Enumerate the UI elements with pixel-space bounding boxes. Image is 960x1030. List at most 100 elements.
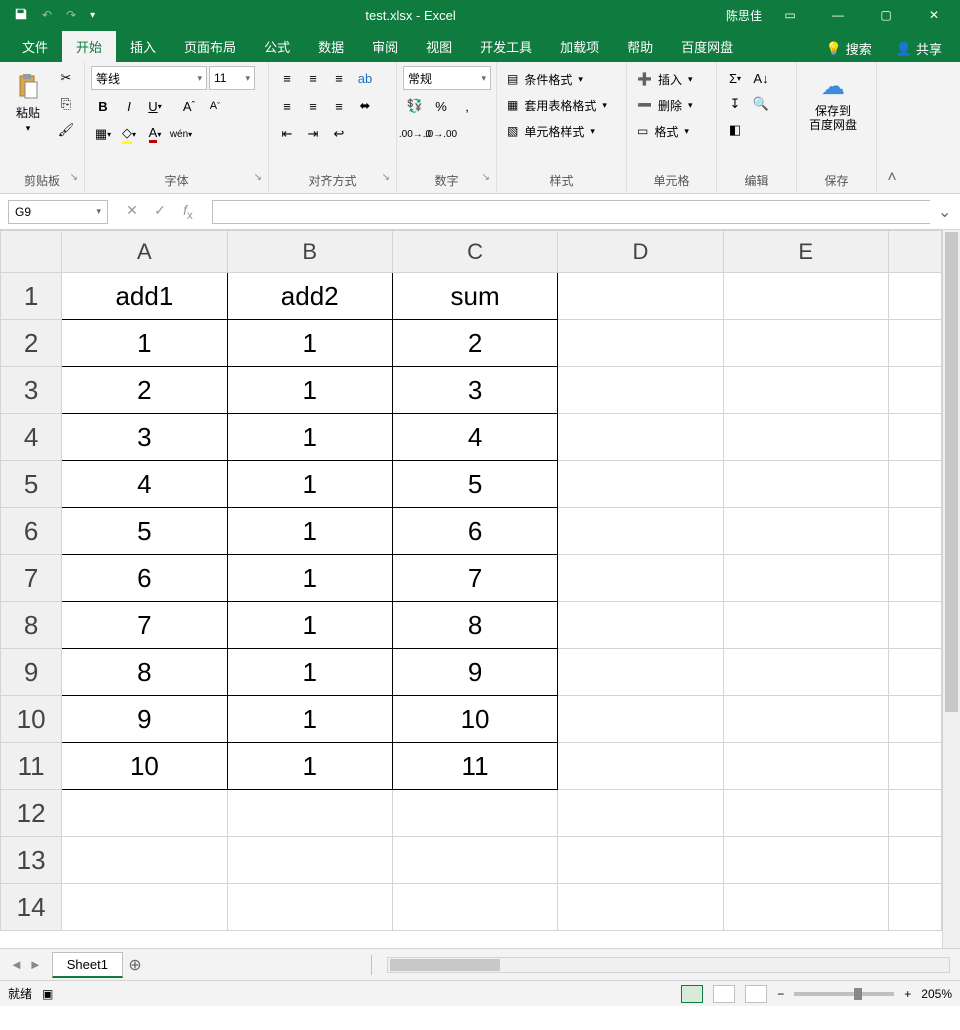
cell[interactable]: 1 — [227, 461, 392, 508]
font-name-combo[interactable]: 等线▾ — [91, 66, 207, 90]
tab-page-layout[interactable]: 页面布局 — [170, 31, 250, 62]
cell[interactable] — [558, 508, 723, 555]
tab-view[interactable]: 视图 — [412, 31, 466, 62]
chevron-down-icon[interactable]: ▾ — [96, 206, 101, 217]
align-bottom-button[interactable]: ≡ — [327, 66, 351, 90]
paste-button[interactable]: 粘贴 ▾ — [6, 66, 50, 138]
cell[interactable]: 4 — [392, 414, 557, 461]
sheet-nav-next-icon[interactable]: ► — [29, 957, 42, 972]
cell[interactable] — [558, 555, 723, 602]
name-box[interactable]: G9▾ — [8, 200, 108, 224]
font-color-button[interactable]: A▾ — [143, 122, 167, 146]
row-header[interactable]: 5 — [1, 461, 62, 508]
cell[interactable] — [558, 649, 723, 696]
row-header[interactable]: 1 — [1, 273, 62, 320]
comma-button[interactable]: , — [455, 94, 479, 118]
align-launcher-icon[interactable]: ↘ — [382, 172, 390, 183]
format-as-table-button[interactable]: ▦套用表格格式▾ — [503, 92, 611, 118]
align-middle-button[interactable]: ≡ — [301, 66, 325, 90]
tab-help[interactable]: 帮助 — [613, 31, 667, 62]
number-launcher-icon[interactable]: ↘ — [482, 172, 490, 183]
cell[interactable]: 8 — [392, 602, 557, 649]
cell[interactable] — [723, 461, 888, 508]
cell[interactable] — [723, 790, 888, 837]
cell[interactable] — [558, 837, 723, 884]
vertical-scrollbar[interactable] — [942, 230, 960, 948]
tab-review[interactable]: 审阅 — [358, 31, 412, 62]
cell[interactable] — [723, 696, 888, 743]
expand-formula-bar-button[interactable]: ⌄ — [938, 202, 960, 222]
cell[interactable]: 9 — [62, 696, 227, 743]
cell[interactable]: 2 — [62, 367, 227, 414]
number-format-combo[interactable]: 常规▾ — [403, 66, 491, 90]
cell[interactable] — [227, 884, 392, 931]
enter-formula-button[interactable]: ✓ — [150, 202, 170, 222]
column-header[interactable]: E — [723, 231, 888, 273]
cell[interactable]: 4 — [62, 461, 227, 508]
cell[interactable] — [558, 367, 723, 414]
view-page-layout-button[interactable] — [713, 985, 735, 1003]
cell[interactable]: sum — [392, 273, 557, 320]
cell[interactable] — [558, 884, 723, 931]
cell[interactable]: 6 — [392, 508, 557, 555]
view-page-break-button[interactable] — [745, 985, 767, 1003]
sheet-tab[interactable]: Sheet1 — [52, 952, 123, 978]
tab-file[interactable]: 文件 — [8, 31, 62, 62]
borders-button[interactable]: ▦▾ — [91, 122, 115, 146]
format-painter-button[interactable]: 🖌 — [54, 118, 78, 142]
cell[interactable]: 10 — [392, 696, 557, 743]
tab-insert[interactable]: 插入 — [116, 31, 170, 62]
cell[interactable] — [723, 649, 888, 696]
row-header[interactable]: 7 — [1, 555, 62, 602]
find-select-button[interactable]: 🔍 — [749, 92, 773, 116]
cell[interactable]: 7 — [392, 555, 557, 602]
column-header[interactable]: B — [227, 231, 392, 273]
align-top-button[interactable]: ≡ — [275, 66, 299, 90]
cell[interactable] — [723, 555, 888, 602]
row-header[interactable]: 13 — [1, 837, 62, 884]
cell[interactable] — [558, 790, 723, 837]
bold-button[interactable]: B — [91, 94, 115, 118]
cell[interactable]: 1 — [227, 602, 392, 649]
align-left-button[interactable]: ≡ — [275, 94, 299, 118]
orientation-button[interactable]: ab — [353, 66, 377, 90]
cell[interactable] — [392, 790, 557, 837]
cell[interactable]: 10 — [62, 743, 227, 790]
cell[interactable] — [392, 884, 557, 931]
cell[interactable] — [558, 461, 723, 508]
percent-button[interactable]: % — [429, 94, 453, 118]
row-header[interactable]: 10 — [1, 696, 62, 743]
cell[interactable]: 1 — [227, 414, 392, 461]
clipboard-launcher-icon[interactable]: ↘ — [70, 172, 78, 183]
cell[interactable]: 9 — [392, 649, 557, 696]
cell[interactable] — [723, 367, 888, 414]
align-right-button[interactable]: ≡ — [327, 94, 351, 118]
cell[interactable]: 1 — [227, 508, 392, 555]
row-header[interactable]: 4 — [1, 414, 62, 461]
cell[interactable] — [558, 273, 723, 320]
row-header[interactable]: 14 — [1, 884, 62, 931]
decrease-indent-button[interactable]: ⇤ — [275, 122, 299, 146]
cell[interactable]: 1 — [227, 696, 392, 743]
cell[interactable]: 1 — [227, 320, 392, 367]
fill-color-button[interactable]: ◇▾ — [117, 122, 141, 146]
row-header[interactable]: 8 — [1, 602, 62, 649]
cell[interactable] — [558, 743, 723, 790]
cell[interactable] — [723, 414, 888, 461]
row-header[interactable]: 9 — [1, 649, 62, 696]
increase-decimal-button[interactable]: .00→.0 — [403, 122, 427, 146]
cell[interactable] — [723, 743, 888, 790]
cell[interactable] — [558, 602, 723, 649]
cell[interactable] — [723, 837, 888, 884]
undo-icon[interactable]: ↶ — [42, 8, 52, 22]
increase-indent-button[interactable]: ⇥ — [301, 122, 325, 146]
autosum-button[interactable]: Σ▾ — [723, 66, 747, 90]
merge-button[interactable]: ⬌ — [353, 94, 377, 118]
tab-data[interactable]: 数据 — [304, 31, 358, 62]
cell[interactable]: 1 — [227, 555, 392, 602]
cell[interactable] — [62, 837, 227, 884]
row-header[interactable]: 12 — [1, 790, 62, 837]
insert-cells-button[interactable]: ➕插入▾ — [633, 66, 697, 92]
cell[interactable] — [62, 790, 227, 837]
cell[interactable]: add1 — [62, 273, 227, 320]
